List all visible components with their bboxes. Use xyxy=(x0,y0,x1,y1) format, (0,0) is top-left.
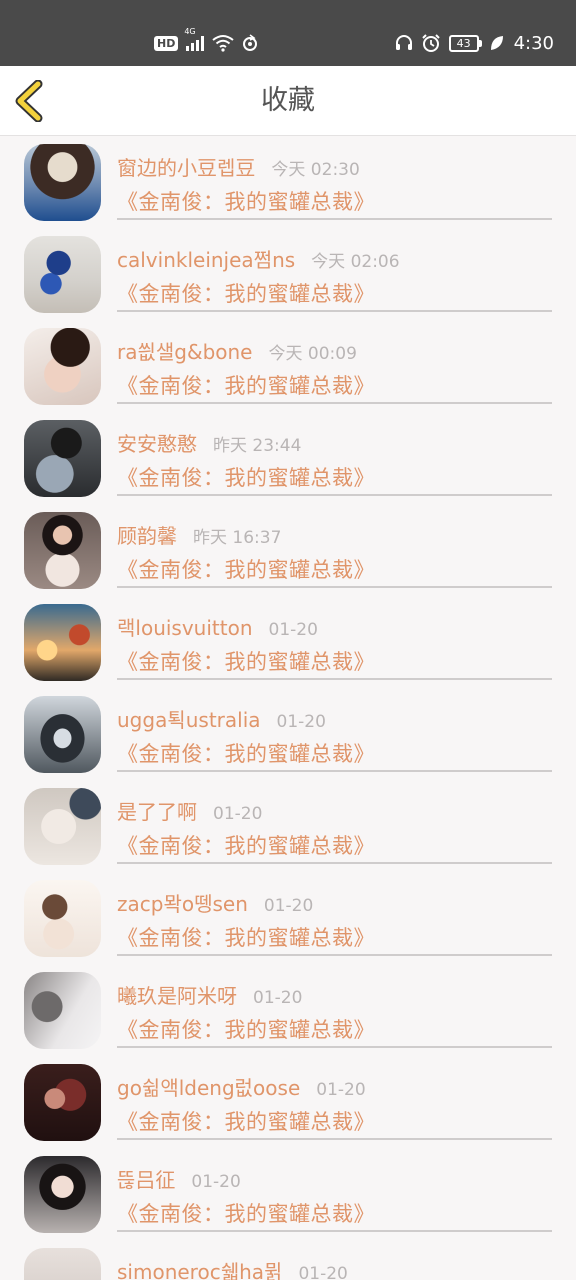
list-item[interactable]: 是了了啊 01-20 《金南俊：我的蜜罐总裁》 xyxy=(0,780,576,872)
divider xyxy=(117,218,552,220)
user-name: go쉶액ldeng럾oose xyxy=(117,1076,301,1100)
avatar[interactable] xyxy=(24,328,101,405)
divider xyxy=(117,586,552,588)
timestamp: 昨天 23:44 xyxy=(213,436,302,456)
book-title[interactable]: 《金南俊：我的蜜罐总裁》 xyxy=(117,646,375,676)
book-title[interactable]: 《金南俊：我的蜜罐总裁》 xyxy=(117,738,375,768)
timestamp: 昨天 16:37 xyxy=(193,528,282,548)
list-item[interactable]: 랙louisvuitton 01-20 《金南俊：我的蜜罐总裁》 xyxy=(0,596,576,688)
user-name: 窗边的小豆렙豆 xyxy=(117,156,256,180)
timestamp: 01-20 xyxy=(213,804,263,824)
wifi-icon xyxy=(212,35,234,52)
divider xyxy=(117,770,552,772)
signal-icon: 4G xyxy=(184,27,205,51)
book-title[interactable]: 《金南俊：我的蜜罐总裁》 xyxy=(117,830,375,860)
book-title[interactable]: 《金南俊：我的蜜罐总裁》 xyxy=(117,1198,375,1228)
timestamp: 01-20 xyxy=(298,1264,348,1280)
avatar[interactable] xyxy=(24,604,101,681)
book-title[interactable]: 《金南俊：我的蜜罐总裁》 xyxy=(117,922,375,952)
avatar[interactable] xyxy=(24,880,101,957)
avatar[interactable] xyxy=(24,512,101,589)
user-name: 安安憨憨 xyxy=(117,432,197,456)
book-title[interactable]: 《金南俊：我的蜜罐总裁》 xyxy=(117,462,375,492)
user-name: calvinkleinjea쩜ns xyxy=(117,248,296,272)
book-title[interactable]: 《金南俊：我的蜜罐总裁》 xyxy=(117,278,375,308)
divider xyxy=(117,954,552,956)
divider xyxy=(117,862,552,864)
back-button[interactable] xyxy=(14,79,54,123)
list-item[interactable]: 安安憨憨 昨天 23:44 《金南俊：我的蜜罐总裁》 xyxy=(0,412,576,504)
timestamp: 今天 02:30 xyxy=(271,160,360,180)
header-bar: 收藏 xyxy=(0,66,576,136)
page-title: 收藏 xyxy=(261,85,315,116)
user-name: zacp뫅o뗑sen xyxy=(117,892,248,916)
divider xyxy=(117,1138,552,1140)
list-item[interactable]: zacp뫅o뗑sen 01-20 《金南俊：我的蜜罐总裁》 xyxy=(0,872,576,964)
list-item[interactable]: simoneroc쉛ha뮑 01-20 xyxy=(0,1240,576,1280)
battery-level: 43 xyxy=(448,34,479,52)
avatar[interactable] xyxy=(24,788,101,865)
divider xyxy=(117,310,552,312)
timestamp: 01-20 xyxy=(276,712,326,732)
book-title[interactable]: 《金南俊：我的蜜罐总裁》 xyxy=(117,186,375,216)
list-item[interactable]: ugga퇵ustralia 01-20 《金南俊：我的蜜罐总裁》 xyxy=(0,688,576,780)
book-title[interactable]: 《金南俊：我的蜜罐总裁》 xyxy=(117,1106,375,1136)
status-time: 4:30 xyxy=(513,32,554,54)
list-item[interactable]: 뜮吕征 01-20 《金南俊：我的蜜罐总裁》 xyxy=(0,1148,576,1240)
timestamp: 01-20 xyxy=(191,1172,241,1192)
list-item[interactable]: 顾韵馨 昨天 16:37 《金南俊：我的蜜罐总裁》 xyxy=(0,504,576,596)
user-name: 뜮吕征 xyxy=(117,1168,176,1192)
timestamp: 今天 00:09 xyxy=(268,344,357,364)
user-name: ugga퇵ustralia xyxy=(117,708,261,732)
status-left: HD 4G xyxy=(154,27,258,56)
headphones-icon xyxy=(395,35,412,50)
list-item[interactable]: 曦玖是阿米呀 01-20 《金南俊：我的蜜罐总裁》 xyxy=(0,964,576,1056)
timestamp: 01-20 xyxy=(316,1080,366,1100)
list-item[interactable]: ra씞샐g&bone 今天 00:09 《金南俊：我的蜜罐总裁》 xyxy=(0,320,576,412)
divider xyxy=(117,1230,552,1232)
divider xyxy=(117,1046,552,1048)
chevron-left-icon xyxy=(15,79,43,123)
user-name: 랙louisvuitton xyxy=(117,616,253,640)
status-right: 43 4:30 xyxy=(395,30,554,56)
avatar[interactable] xyxy=(24,144,101,221)
user-name: ra씞샐g&bone xyxy=(117,340,253,364)
book-title[interactable]: 《金南俊：我的蜜罐总裁》 xyxy=(117,370,375,400)
avatar[interactable] xyxy=(24,1156,101,1233)
avatar[interactable] xyxy=(24,420,101,497)
timestamp: 今天 02:06 xyxy=(311,252,400,272)
book-title[interactable]: 《金南俊：我的蜜罐总裁》 xyxy=(117,554,375,584)
battery-icon: 43 xyxy=(448,34,482,52)
timestamp: 01-20 xyxy=(263,896,314,916)
user-name: 是了了啊 xyxy=(117,800,197,824)
timestamp: 01-20 xyxy=(268,620,318,640)
avatar[interactable] xyxy=(24,696,101,773)
user-name: 顾韵馨 xyxy=(117,524,177,548)
sync-icon xyxy=(243,34,258,51)
timestamp: 01-20 xyxy=(253,988,303,1008)
divider xyxy=(117,494,552,496)
favorites-list: 窗边的小豆렙豆 今天 02:30 《金南俊：我的蜜罐总裁》 calvinklein… xyxy=(0,136,576,1280)
avatar[interactable] xyxy=(24,1248,101,1280)
list-item[interactable]: calvinkleinjea쩜ns 今天 02:06 《金南俊：我的蜜罐总裁》 xyxy=(0,228,576,320)
list-item[interactable]: go쉶액ldeng럾oose 01-20 《金南俊：我的蜜罐总裁》 xyxy=(0,1056,576,1148)
avatar[interactable] xyxy=(24,972,101,1049)
alarm-icon xyxy=(421,34,440,52)
network-type-label: 4G xyxy=(184,27,196,36)
list-item[interactable]: 窗边的小豆렙豆 今天 02:30 《金南俊：我的蜜罐总裁》 xyxy=(0,136,576,228)
divider xyxy=(117,678,552,680)
book-title[interactable]: 《金南俊：我的蜜罐总裁》 xyxy=(117,1014,375,1044)
divider xyxy=(117,402,552,404)
status-bar: HD 4G 43 4:30 xyxy=(0,0,576,66)
hd-icon: HD xyxy=(154,35,179,51)
avatar[interactable] xyxy=(24,236,101,313)
user-name: simoneroc쉛ha뮑 xyxy=(117,1260,283,1280)
leaf-icon xyxy=(490,36,503,50)
avatar[interactable] xyxy=(24,1064,101,1141)
user-name: 曦玖是阿米呀 xyxy=(117,984,237,1008)
